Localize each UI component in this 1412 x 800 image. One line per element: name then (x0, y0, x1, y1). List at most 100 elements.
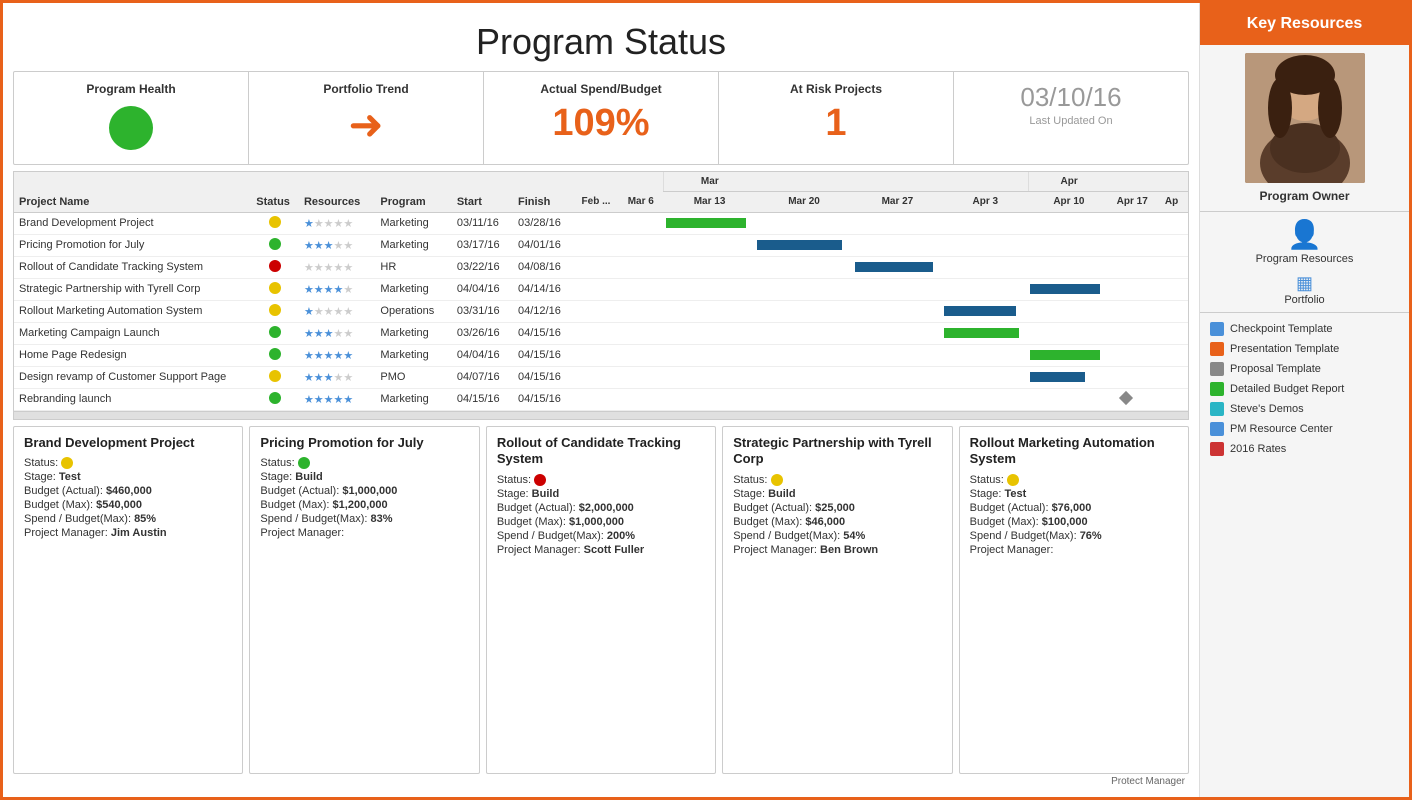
card-budget-actual-2: Budget (Actual): $1,000,000 (260, 485, 468, 497)
presentation-template-icon (1210, 342, 1224, 356)
col-header-mar13: Mar 13 (664, 192, 756, 213)
last-updated-date: 03/10/16 (1020, 82, 1121, 113)
project-start: 03/26/16 (452, 322, 513, 344)
card-spend-4: Spend / Budget(Max): 54% (733, 530, 941, 542)
project-name: Strategic Partnership with Tyrell Corp (14, 278, 251, 300)
proposal-template-label: Proposal Template (1230, 363, 1321, 375)
project-status (251, 256, 299, 278)
project-status (251, 366, 299, 388)
table-row[interactable]: Rebranding launch ★★★★★ Marketing 04/15/… (14, 388, 1188, 410)
col-header-apr3: Apr 3 (942, 192, 1028, 213)
program-owner-section: Program Owner (1200, 45, 1409, 211)
card-budget-actual-1: Budget (Actual): $460,000 (24, 485, 232, 497)
project-program: Marketing (375, 388, 451, 410)
steves-demos-label: Steve's Demos (1230, 403, 1304, 415)
card-stage-1: Stage: Test (24, 471, 232, 483)
link-proposal-template[interactable]: Proposal Template (1210, 359, 1399, 379)
table-row[interactable]: Pricing Promotion for July ★★★★★ Marketi… (14, 234, 1188, 256)
card-budget-actual-4: Budget (Actual): $25,000 (733, 502, 941, 514)
card-stage-3: Stage: Build (497, 488, 705, 500)
card-stage-5: Stage: Test (970, 488, 1178, 500)
link-checkpoint-template[interactable]: Checkpoint Template (1210, 319, 1399, 339)
portfolio-trend-arrow: ➜ (348, 104, 383, 146)
project-start: 04/04/16 (452, 278, 513, 300)
pm-resource-icon (1210, 422, 1224, 436)
portfolio-label: Portfolio (1284, 294, 1324, 306)
sidebar: Key Resources Program Owner (1199, 3, 1409, 797)
card-spend-2: Spend / Budget(Max): 83% (260, 513, 468, 525)
project-name: Brand Development Project (14, 212, 251, 234)
project-table: Mar Apr Project Name Status Resources Pr… (14, 172, 1188, 411)
sidebar-links: Checkpoint Template Presentation Templat… (1200, 313, 1409, 465)
project-resources: ★★★★★ (299, 300, 375, 322)
project-resources: ★★★★★ (299, 234, 375, 256)
actual-spend-label: Actual Spend/Budget (540, 82, 661, 96)
project-program: Marketing (375, 234, 451, 256)
steves-demos-icon (1210, 402, 1224, 416)
card-pm-3: Project Manager: Scott Fuller (497, 544, 705, 556)
project-finish: 04/14/16 (513, 278, 574, 300)
program-resources-section[interactable]: 👤 Program Resources (1200, 212, 1409, 271)
table-row[interactable]: Design revamp of Customer Support Page ★… (14, 366, 1188, 388)
col-header-finish: Finish (513, 192, 574, 213)
card-spend-1: Spend / Budget(Max): 85% (24, 513, 232, 525)
table-scrollbar[interactable] (14, 411, 1188, 419)
project-resources: ★★★★★ (299, 322, 375, 344)
project-status (251, 234, 299, 256)
project-name: Marketing Campaign Launch (14, 322, 251, 344)
link-pm-resource-center[interactable]: PM Resource Center (1210, 419, 1399, 439)
at-risk-kpi: At Risk Projects 1 (719, 72, 954, 164)
card-title-3: Rollout of Candidate Tracking System (497, 435, 705, 469)
checkpoint-template-label: Checkpoint Template (1230, 323, 1333, 335)
project-program: Marketing (375, 322, 451, 344)
card-budget-actual-3: Budget (Actual): $2,000,000 (497, 502, 705, 514)
sidebar-header: Key Resources (1200, 3, 1409, 45)
portfolio-section[interactable]: ▦ Portfolio (1200, 271, 1409, 312)
project-finish: 04/15/16 (513, 388, 574, 410)
col-header-name: Project Name (14, 192, 251, 213)
project-start: 03/22/16 (452, 256, 513, 278)
col-header-program: Program (375, 192, 451, 213)
col-header-resources: Resources (299, 192, 375, 213)
page-title: Program Status (13, 11, 1189, 71)
col-header-apr10: Apr 10 (1028, 192, 1109, 213)
card-spend-3: Spend / Budget(Max): 200% (497, 530, 705, 542)
col-header-mar27: Mar 27 (853, 192, 943, 213)
card-status-4: Status: (733, 474, 941, 486)
col-header-start: Start (452, 192, 513, 213)
table-row[interactable]: Marketing Campaign Launch ★★★★★ Marketin… (14, 322, 1188, 344)
kpi-row: Program Health Portfolio Trend ➜ Actual … (13, 71, 1189, 165)
program-resources-label: Program Resources (1256, 253, 1354, 265)
project-name: Home Page Redesign (14, 344, 251, 366)
table-row[interactable]: Rollout of Candidate Tracking System ★★★… (14, 256, 1188, 278)
link-detailed-budget-report[interactable]: Detailed Budget Report (1210, 379, 1399, 399)
project-program: PMO (375, 366, 451, 388)
project-resources: ★★★★★ (299, 212, 375, 234)
portfolio-trend-kpi: Portfolio Trend ➜ (249, 72, 484, 164)
project-status (251, 344, 299, 366)
link-steves-demos[interactable]: Steve's Demos (1210, 399, 1399, 419)
card-title-4: Strategic Partnership with Tyrell Corp (733, 435, 941, 469)
project-status (251, 388, 299, 410)
project-start: 04/04/16 (452, 344, 513, 366)
card-status-1: Status: (24, 457, 232, 469)
card-budget-max-3: Budget (Max): $1,000,000 (497, 516, 705, 528)
table-row[interactable]: Brand Development Project ★★★★★ Marketin… (14, 212, 1188, 234)
table-row[interactable]: Home Page Redesign ★★★★★ Marketing 04/04… (14, 344, 1188, 366)
actual-spend-value: 109% (552, 102, 649, 145)
project-status (251, 278, 299, 300)
project-name: Rollout Marketing Automation System (14, 300, 251, 322)
table-row[interactable]: Rollout Marketing Automation System ★★★★… (14, 300, 1188, 322)
project-finish: 04/15/16 (513, 344, 574, 366)
link-presentation-template[interactable]: Presentation Template (1210, 339, 1399, 359)
project-card-2: Pricing Promotion for July Status: Stage… (249, 426, 479, 775)
link-2016-rates[interactable]: 2016 Rates (1210, 439, 1399, 459)
col-header-status: Status (251, 192, 299, 213)
table-row[interactable]: Strategic Partnership with Tyrell Corp ★… (14, 278, 1188, 300)
project-start: 03/11/16 (452, 212, 513, 234)
card-spend-5: Spend / Budget(Max): 76% (970, 530, 1178, 542)
detailed-budget-icon (1210, 382, 1224, 396)
card-budget-max-2: Budget (Max): $1,200,000 (260, 499, 468, 511)
project-finish: 04/01/16 (513, 234, 574, 256)
project-finish: 04/08/16 (513, 256, 574, 278)
